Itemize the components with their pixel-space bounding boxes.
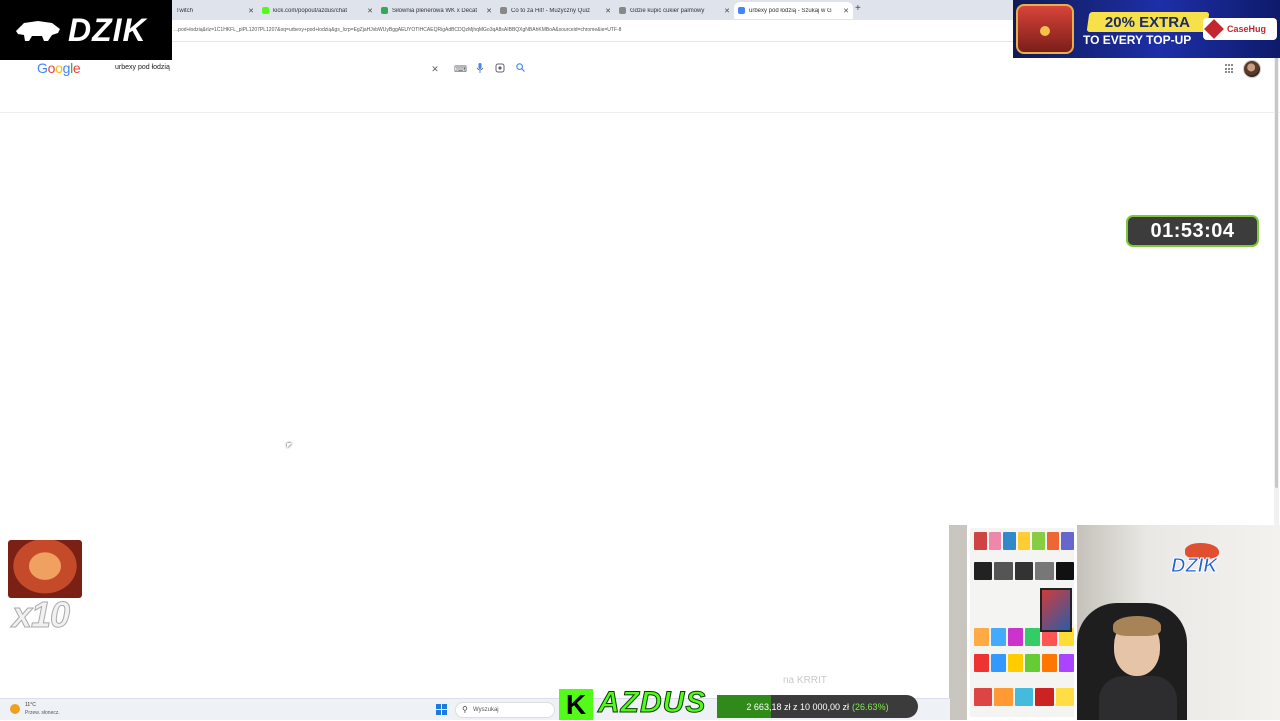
casehug-logo-icon xyxy=(1204,19,1224,39)
tab-title: kick.com/popout/azdus/chat xyxy=(273,7,348,14)
goal-target: 10 000,00 zł xyxy=(800,701,850,712)
weather-description[interactable]: Przew. słonecz. xyxy=(25,710,60,716)
kick-logo-icon: K xyxy=(559,689,593,720)
google-logo[interactable]: Google xyxy=(37,60,81,76)
browser-tab[interactable]: kick.com/popout/azdus/chat ✕ xyxy=(258,2,377,19)
mouse-cursor-icon xyxy=(287,443,292,448)
header-divider xyxy=(0,112,1280,113)
channel-name: AZDUS xyxy=(597,686,707,720)
browser-tab[interactable]: Twitch ✕ xyxy=(172,2,258,19)
mic-icon[interactable] xyxy=(474,63,486,75)
browser-tab[interactable]: Siłownia plenerowa WK x Decat ✕ xyxy=(377,2,496,19)
google-apps-icon[interactable] xyxy=(1225,64,1235,74)
tab-favicon-icon xyxy=(381,7,388,14)
promo-banner[interactable]: 20% EXTRA TO EVERY TOP-UP CaseHug xyxy=(1013,0,1280,58)
boar-icon xyxy=(16,21,60,41)
goal-current: 2 663,18 zł xyxy=(746,701,791,712)
webcam-feed: DZIK xyxy=(949,525,1280,720)
google-logo-letter: e xyxy=(72,60,81,76)
goal-percent: (26.63%) xyxy=(852,701,889,712)
url-text: ...pod+łodzią&rlz=1C1HKFL_plPL1207PL1207… xyxy=(174,27,622,33)
tab-title: urbexy pod łodzią - Szukaj w G xyxy=(749,7,832,14)
webcam-watermark: na KRRIT xyxy=(783,675,827,686)
webcam-dzik-logo: DZIK xyxy=(1171,555,1219,578)
keyboard-icon[interactable]: ⌨ xyxy=(454,63,467,75)
search-icon[interactable] xyxy=(514,63,526,75)
promo-extra-text: 20% EXTRA xyxy=(1105,13,1191,31)
search-input[interactable]: urbexy pod łodzią ✕ ⌨ xyxy=(106,58,536,80)
donation-goal-text: 2 663,18 zł z 10 000,00 zł (26.63%) xyxy=(717,695,918,718)
tab-title: Co to za Hit! - Muzyczny Quiz xyxy=(511,7,591,14)
close-tab-icon[interactable]: ✕ xyxy=(248,7,254,15)
browser-tab[interactable]: Co to za Hit! - Muzyczny Quiz ✕ xyxy=(496,2,615,19)
weather-sun-icon[interactable] xyxy=(10,704,20,714)
poster xyxy=(1040,588,1072,632)
google-logo-letter: o xyxy=(47,60,56,76)
browser-tab[interactable]: urbexy pod łodzią - Szukaj w G ✕ xyxy=(734,2,853,19)
dzik-logo-overlay: DZIK xyxy=(0,0,172,60)
emote-multiplier: x10 xyxy=(11,594,70,636)
search-query: urbexy pod łodzią xyxy=(115,64,170,71)
bookshelf xyxy=(967,525,1077,720)
close-tab-icon[interactable]: ✕ xyxy=(724,7,730,15)
stream-timer: 01:53:04 xyxy=(1126,215,1259,247)
new-tab-button[interactable]: + xyxy=(855,3,861,14)
taskbar-search-placeholder: Wyszukaj xyxy=(473,707,499,713)
google-logo-letter: o xyxy=(55,60,63,76)
close-tab-icon[interactable]: ✕ xyxy=(843,7,849,15)
search-icon: ⚲ xyxy=(462,705,468,714)
promo-topup-text: TO EVERY TOP-UP xyxy=(1083,33,1192,47)
scrollbar-thumb[interactable] xyxy=(1275,48,1278,488)
clear-icon[interactable]: ✕ xyxy=(429,63,441,75)
promo-brand-text: CaseHug xyxy=(1227,24,1267,34)
tab-title: Gdzie kupić cukier palmowy xyxy=(630,7,705,14)
treasure-chest-icon xyxy=(1016,4,1074,54)
promo-badge: 20% EXTRA xyxy=(1086,12,1210,32)
weather-temperature[interactable]: 11°C xyxy=(25,702,36,708)
taskbar-search[interactable]: ⚲ Wyszukaj xyxy=(455,702,555,718)
google-logo-letter: G xyxy=(37,60,48,76)
lens-icon[interactable] xyxy=(494,63,506,75)
streamer xyxy=(1099,616,1177,720)
browser-tab[interactable]: Gdzie kupić cukier palmowy ✕ xyxy=(615,2,734,19)
goal-separator: z xyxy=(792,701,798,712)
emote-image xyxy=(8,540,82,598)
close-tab-icon[interactable]: ✕ xyxy=(367,7,373,15)
tab-favicon-icon xyxy=(619,7,626,14)
donation-goal-bar: 2 663,18 zł z 10 000,00 zł (26.63%) xyxy=(717,695,918,718)
promo-brand: CaseHug xyxy=(1203,18,1277,40)
tab-favicon-icon xyxy=(500,7,507,14)
close-tab-icon[interactable]: ✕ xyxy=(605,7,611,15)
close-tab-icon[interactable]: ✕ xyxy=(486,7,492,15)
tab-favicon-icon xyxy=(738,7,745,14)
tab-favicon-icon xyxy=(262,7,269,14)
tab-title: Twitch xyxy=(176,7,194,14)
tab-title: Siłownia plenerowa WK x Decat xyxy=(392,7,478,14)
windows-start-icon[interactable] xyxy=(436,704,447,715)
account-avatar[interactable] xyxy=(1243,60,1261,78)
dzik-logo-text: DZIK xyxy=(68,11,147,48)
google-logo-letter: g xyxy=(62,60,71,76)
